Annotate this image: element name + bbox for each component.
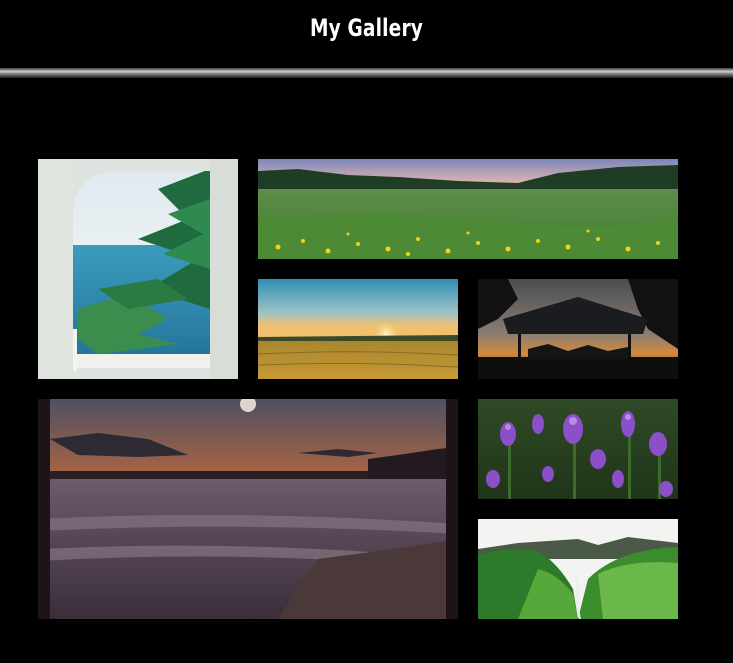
gallery-photo-flowers[interactable] (478, 399, 678, 499)
seaside-image (38, 159, 238, 379)
flowers-image (478, 399, 678, 499)
beach-image (38, 399, 458, 619)
page-header: My Gallery (0, 0, 733, 70)
page-title: My Gallery (309, 14, 424, 42)
gallery-photo-meadow[interactable] (258, 159, 678, 259)
gallery-photo-field[interactable] (258, 279, 458, 379)
meadow-image (258, 159, 678, 259)
gallery-photo-beach[interactable] (38, 399, 458, 619)
header-divider (0, 68, 733, 78)
field-image (258, 279, 458, 379)
gallery-photo-tent[interactable] (478, 279, 678, 379)
tent-image (478, 279, 678, 379)
gallery-photo-valley[interactable] (478, 519, 678, 619)
valley-image (478, 519, 678, 619)
gallery-photo-seaside[interactable] (38, 159, 238, 379)
